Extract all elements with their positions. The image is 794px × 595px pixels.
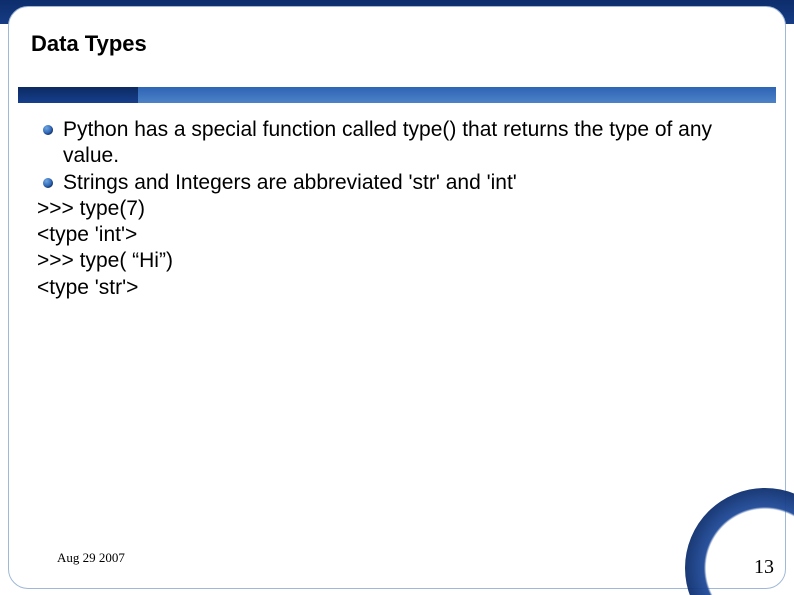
bullet-icon <box>43 125 53 135</box>
page-number: 13 <box>754 556 774 579</box>
divider-light-segment <box>138 87 776 103</box>
slide-title: Data Types <box>31 31 147 57</box>
footer-date: Aug 29 2007 <box>57 550 125 566</box>
bullet-text: Strings and Integers are abbreviated 'st… <box>63 171 517 194</box>
code-line: <type 'int'> <box>37 222 745 248</box>
bullet-text: Python has a special function called typ… <box>63 118 712 167</box>
bullet-item: Python has a special function called typ… <box>37 117 745 170</box>
code-line: >>> type( “Hi”) <box>37 248 745 274</box>
content-area: Python has a special function called typ… <box>37 117 745 301</box>
slide: Data Types Python has a special function… <box>0 0 794 595</box>
slide-card: Data Types Python has a special function… <box>8 6 786 589</box>
divider-band <box>18 87 776 103</box>
bullet-icon <box>43 178 53 188</box>
bullet-item: Strings and Integers are abbreviated 'st… <box>37 170 745 196</box>
divider-dark-segment <box>18 87 138 103</box>
code-line: >>> type(7) <box>37 196 745 222</box>
code-line: <type 'str'> <box>37 275 745 301</box>
corner-arc-decoration <box>685 488 794 595</box>
